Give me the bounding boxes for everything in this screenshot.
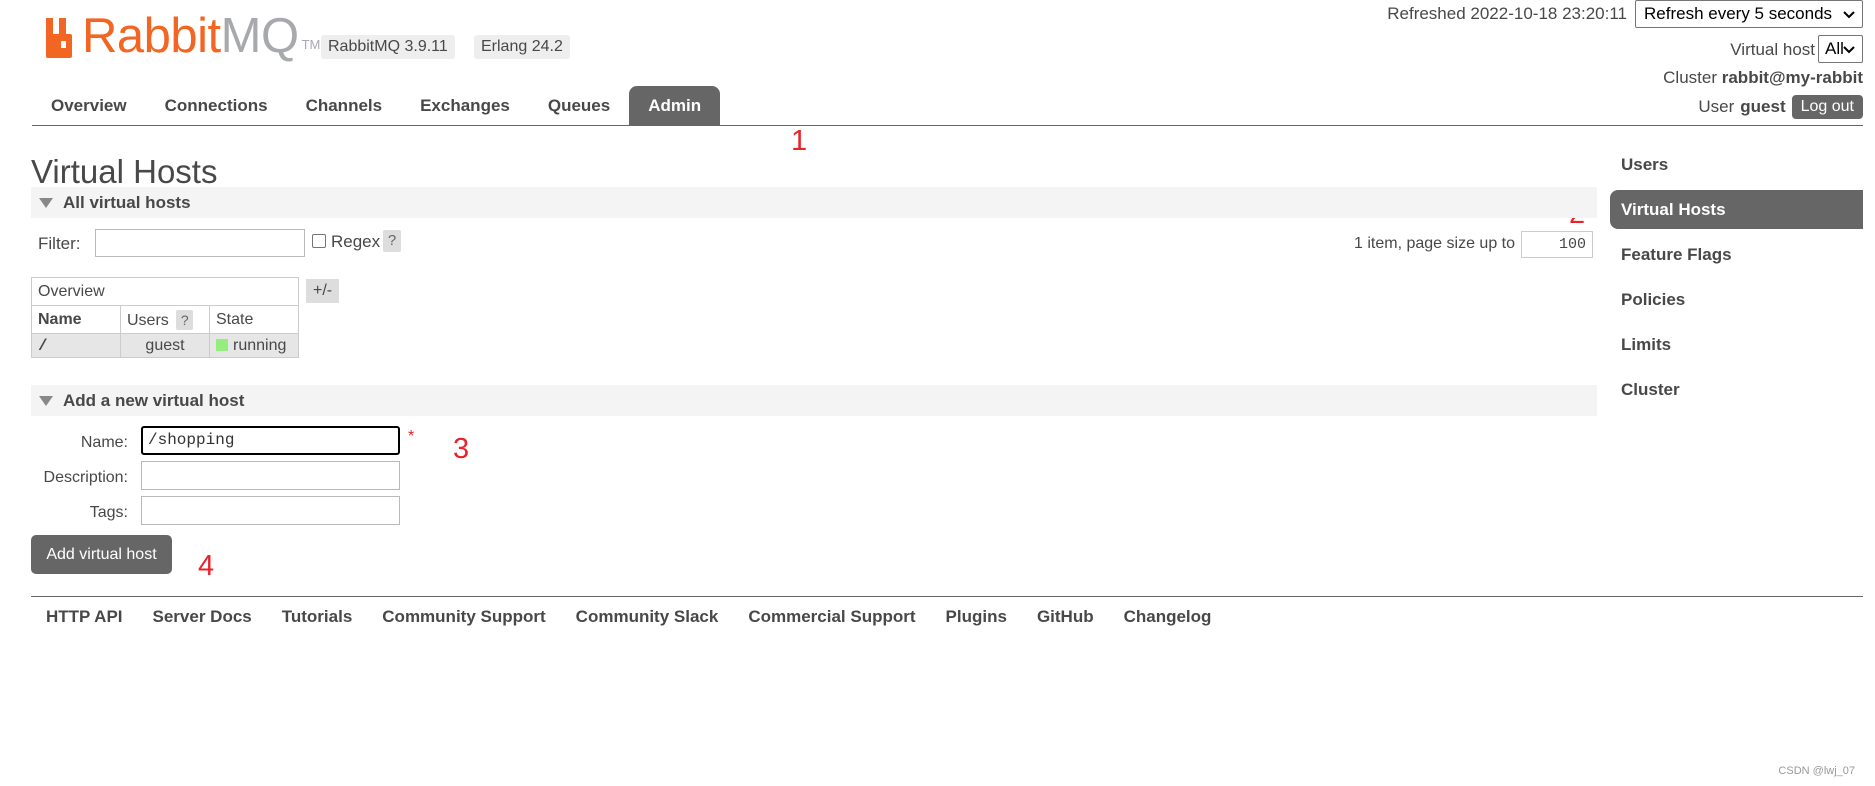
tab-admin[interactable]: Admin (629, 86, 721, 126)
sidebar-item-limits[interactable]: Limits (1610, 325, 1863, 364)
rabbitmq-logo[interactable]: Rabbit MQ TM (44, 9, 321, 63)
refresh-interval-select[interactable]: Refresh every 5 seconds (1635, 0, 1863, 28)
sidebar-item-virtual-hosts[interactable]: Virtual Hosts (1610, 190, 1863, 229)
user-info: User guest Log out (1698, 95, 1863, 119)
rabbitmq-version-badge: RabbitMQ 3.9.11 (321, 35, 455, 59)
chevron-down-icon (1843, 11, 1855, 19)
footer-link-github[interactable]: GitHub (1037, 607, 1094, 627)
all-virtual-hosts-section-header[interactable]: All virtual hosts (31, 187, 1597, 218)
table-row[interactable]: / guest running (31, 333, 299, 358)
tab-connections[interactable]: Connections (146, 86, 287, 126)
filter-label: Filter: (38, 234, 81, 253)
regex-label: Regex (331, 232, 381, 251)
vhost-state: running (209, 333, 299, 358)
users-help-button[interactable]: ? (176, 309, 194, 330)
virtual-host-select-value: All (1825, 39, 1844, 58)
sidebar-item-feature-flags[interactable]: Feature Flags (1610, 235, 1863, 274)
add-virtual-host-section-header[interactable]: Add a new virtual host (31, 385, 1597, 416)
watermark: CSDN @lwj_07 (1778, 765, 1855, 777)
rabbitmq-logo-icon (46, 18, 72, 58)
footer-link-changelog[interactable]: Changelog (1124, 607, 1212, 627)
tab-queues[interactable]: Queues (529, 86, 629, 126)
column-header-users-label: Users (127, 311, 169, 329)
admin-sidebar: Users Virtual Hosts Feature Flags Polici… (1610, 145, 1863, 415)
sidebar-item-cluster[interactable]: Cluster (1610, 370, 1863, 409)
footer-link-community-slack[interactable]: Community Slack (576, 607, 719, 627)
column-header-name[interactable]: Name (31, 305, 121, 334)
toggle-columns-button[interactable]: +/- (306, 279, 340, 303)
table-group-header-overview: Overview (31, 277, 299, 306)
vhost-name-link[interactable]: / (31, 333, 121, 358)
vhost-users: guest (120, 333, 210, 358)
virtual-host-label: Virtual host (1730, 40, 1815, 59)
user-label: User (1698, 97, 1735, 116)
vhost-name-input[interactable]: /shopping (141, 426, 400, 455)
pagination-info: 1 item, page size up to (1354, 235, 1515, 252)
regex-checkbox[interactable] (312, 234, 326, 248)
vhost-description-input[interactable] (141, 461, 400, 490)
logout-button[interactable]: Log out (1791, 95, 1863, 119)
annotation-4: 4 (198, 550, 215, 582)
tab-channels[interactable]: Channels (287, 86, 402, 126)
collapse-triangle-icon (39, 395, 53, 406)
tabs-divider (32, 125, 1863, 126)
cluster-info: Cluster rabbit@my-rabbit (1663, 68, 1863, 88)
footer-links: HTTP API Server Docs Tutorials Community… (46, 607, 1211, 627)
footer-link-http-api[interactable]: HTTP API (46, 607, 123, 627)
sidebar-item-policies[interactable]: Policies (1610, 280, 1863, 319)
sidebar-item-users[interactable]: Users (1610, 145, 1863, 184)
add-virtual-host-button[interactable]: Add virtual host (31, 535, 172, 574)
column-header-state[interactable]: State (209, 305, 299, 334)
column-header-users[interactable]: Users ? (120, 305, 210, 334)
footer-link-community-support[interactable]: Community Support (382, 607, 545, 627)
footer-link-commercial-support[interactable]: Commercial Support (748, 607, 915, 627)
footer-divider (31, 596, 1863, 597)
vhost-state-label: running (233, 336, 287, 354)
running-status-icon (216, 338, 228, 351)
page-title: Virtual Hosts (31, 153, 218, 190)
main-nav-tabs: Overview Connections Channels Exchanges … (32, 86, 721, 126)
footer-link-tutorials[interactable]: Tutorials (282, 607, 353, 627)
annotation-3: 3 (453, 433, 470, 465)
cluster-label: Cluster (1663, 68, 1717, 87)
tab-overview[interactable]: Overview (32, 86, 146, 126)
add-virtual-host-title: Add a new virtual host (63, 390, 245, 410)
footer-link-plugins[interactable]: Plugins (946, 607, 1007, 627)
footer-link-server-docs[interactable]: Server Docs (153, 607, 252, 627)
required-indicator: * (408, 428, 415, 445)
tab-exchanges[interactable]: Exchanges (401, 86, 529, 126)
refreshed-timestamp: Refreshed 2022-10-18 23:20:11 (1387, 4, 1627, 23)
all-virtual-hosts-title: All virtual hosts (63, 192, 191, 212)
regex-help-button[interactable]: ? (383, 230, 401, 252)
logo-trademark: TM (301, 37, 321, 52)
logo-text-rabbit: Rabbit (82, 9, 221, 63)
cluster-name: rabbit@my-rabbit (1721, 68, 1863, 87)
erlang-version-badge: Erlang 24.2 (474, 35, 570, 59)
refresh-interval-value: Refresh every 5 seconds (1644, 4, 1833, 23)
logo-text-mq: MQ (220, 9, 299, 63)
tags-label: Tags: (89, 504, 128, 521)
chevron-down-icon (1843, 46, 1855, 54)
description-label: Description: (43, 469, 128, 486)
user-name: guest (1740, 97, 1786, 116)
page-size-input[interactable]: 100 (1521, 231, 1593, 258)
virtual-hosts-table: Overview Name Users ? State / guest runn… (31, 277, 299, 358)
filter-input[interactable] (95, 229, 305, 257)
annotation-1: 1 (791, 125, 808, 157)
vhost-tags-input[interactable] (141, 496, 400, 525)
virtual-host-select[interactable]: All (1818, 35, 1863, 63)
collapse-triangle-icon (39, 197, 53, 208)
name-label: Name: (80, 434, 128, 451)
